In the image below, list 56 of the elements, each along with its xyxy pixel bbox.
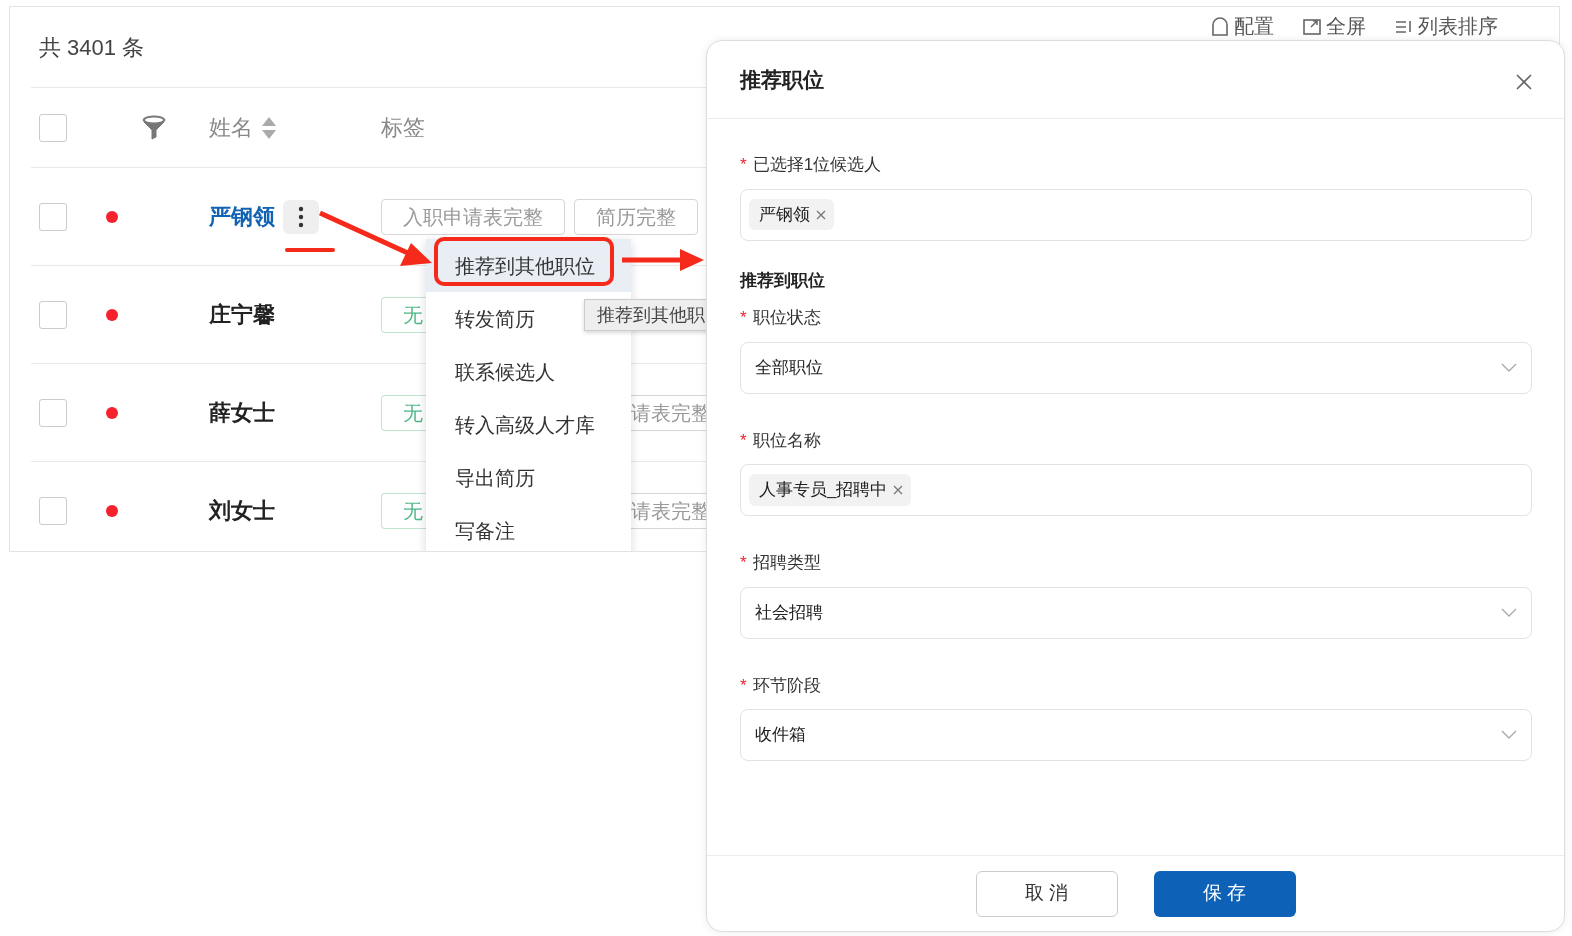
name-text: 刘女士 [209, 497, 275, 525]
filter-icon[interactable] [141, 114, 167, 141]
menu-item[interactable]: 联系候选人 [426, 345, 631, 398]
field-label: 职位名称 [752, 429, 821, 452]
cancel-button[interactable]: 取 消 [975, 870, 1118, 917]
dialog-title: 推荐职位 [740, 66, 824, 93]
checkbox[interactable] [39, 300, 67, 329]
toolbar-item[interactable]: 全屏 [1302, 11, 1366, 41]
checkbox[interactable] [39, 496, 67, 525]
checkbox[interactable] [39, 398, 67, 427]
column-header: 标签 [381, 114, 425, 142]
select-field[interactable]: 全部职位 [740, 341, 1532, 394]
name-text: 薛女士 [209, 399, 275, 427]
checkbox[interactable] [39, 202, 67, 231]
tag: 简历完整 [574, 198, 698, 235]
remove-icon [816, 209, 826, 220]
tag: 无 [381, 296, 427, 333]
fullscreen-icon [1302, 16, 1322, 36]
toolbar-item[interactable]: 列表排序 [1394, 11, 1498, 41]
field-label: 职位状态 [752, 307, 821, 329]
required-mark: * [740, 674, 747, 697]
select-field[interactable]: 社会招聘 [740, 586, 1532, 639]
select-field[interactable]: 收件箱 [740, 709, 1532, 761]
field-label: 招聘类型 [752, 552, 821, 574]
total-count: 共 3401 条 [39, 33, 145, 62]
menu-item[interactable]: 导出简历 [426, 451, 631, 504]
menu-item[interactable]: 写备注 [426, 504, 631, 551]
required-mark: * [740, 429, 747, 452]
sort-icon[interactable] [261, 115, 277, 140]
chevron-down-icon [1501, 362, 1517, 373]
required-mark: * [740, 154, 747, 176]
selected-tag: 严钢领 [749, 198, 834, 231]
required-mark: * [740, 307, 747, 329]
tag: 无 [381, 394, 427, 431]
required-mark: * [740, 552, 747, 574]
chevron-down-icon [1501, 607, 1517, 618]
selected-tag: 人事专员_招聘中 [749, 474, 912, 506]
tag-input[interactable]: 人事专员_招聘中 [740, 464, 1532, 516]
annotation-underline [285, 248, 335, 252]
menu-item[interactable]: 转入高级人才库 [426, 398, 631, 451]
field-label: 环节阶段 [752, 674, 821, 697]
chevron-down-icon [1501, 730, 1517, 740]
tag: 无 [381, 492, 427, 529]
column-header: 姓名 [209, 114, 253, 142]
name-link[interactable]: 严钢领 [209, 200, 275, 233]
tag: 入职申请表完整 [381, 198, 565, 235]
toolbar-item[interactable]: 配置 [1210, 11, 1274, 41]
save-button[interactable]: 保 存 [1153, 870, 1296, 917]
more-icon [298, 205, 304, 228]
checkbox[interactable] [39, 113, 67, 142]
remove-icon [893, 485, 904, 495]
name-text: 庄宁馨 [209, 301, 275, 329]
more-button[interactable] [283, 199, 319, 234]
field-label: 已选择1位候选人 [752, 154, 882, 176]
tag-input[interactable]: 严钢领 [740, 188, 1532, 241]
section-title: 推荐到职位 [740, 269, 826, 292]
